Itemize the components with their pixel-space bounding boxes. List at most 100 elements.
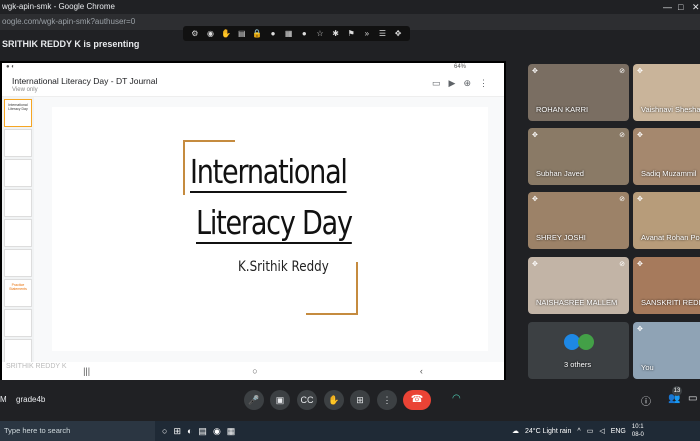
info-icon[interactable]: ⓘ [641,393,651,408]
eye-icon[interactable]: ◉ [205,29,215,38]
slide-thumbnail[interactable]: International Literacy Day [4,99,32,127]
extension-toolbar: ⚙ ◉ ✋ ▤ 🔒 ● ▦ ● ☆ ✱ ⚑ » ☰ ✥ [183,26,410,41]
pin-icon[interactable]: ✥ [532,195,538,203]
system-tray: ☁ 24°C Light rain ^ ▭ ◁ ENG 10:1 08-0 [512,421,644,441]
more-options-button[interactable]: ⋮ [377,390,397,410]
captions-button[interactable]: CC [297,390,317,410]
device-status-left: ● ◐ [6,64,15,70]
mic-button[interactable]: 🎤 [244,390,264,410]
maximize-icon[interactable]: □ [678,0,683,14]
task-view-icon[interactable]: ○ [162,426,167,436]
grid-icon[interactable]: ▦ [284,29,294,38]
hand-icon[interactable]: ✋ [221,29,231,38]
pin-icon[interactable]: ✥ [532,260,538,268]
thumbnail-text [5,190,31,193]
clipboard-icon[interactable]: ▤ [237,29,247,38]
participant-tile[interactable]: ✥⊘Avanat Rohan Poo [633,192,700,249]
explorer-icon[interactable]: ▦ [227,426,236,437]
slide-thumbnail[interactable] [4,339,32,362]
weather-icon: ☁ [512,428,519,435]
volume-icon[interactable]: ◁ [599,427,604,435]
clock[interactable]: 10:1 08-0 [632,423,644,439]
window-title: wgk-apin-smk - Google Chrome [0,0,700,14]
settings-icon[interactable]: ⚙ [190,29,200,38]
chat-button-icon[interactable]: ▭ [688,393,697,404]
participant-tile[interactable]: ✥⊘You [633,322,700,379]
minimize-icon[interactable]: — [663,0,672,14]
participant-name: You [641,363,654,372]
participant-tile[interactable]: ✥ ⊘ NAISHASREE MALLEM [528,257,629,314]
lock-icon[interactable]: 🔒 [252,29,262,38]
home-icon[interactable]: ○ [252,366,257,376]
participant-tile[interactable]: ✥⊘SANSKRITI REDDY [633,257,700,314]
activity-icon[interactable]: ◠ [452,393,461,404]
thumbnail-text [5,250,31,253]
camera-button[interactable]: ▣ [270,390,290,410]
slide-thumbnail[interactable] [4,249,32,277]
participant-name: Sadiq Muzammil [641,169,697,178]
view-only-label: View only [12,87,38,93]
slide-thumbnail[interactable] [4,309,32,337]
slide-thumbnail[interactable] [4,129,32,157]
meeting-code: grade4b [16,395,46,404]
slide-thumbnails: International Literacy Day Practice State… [2,97,34,362]
flag-icon[interactable]: ⚑ [346,29,356,38]
chrome-icon[interactable]: ◉ [213,426,221,437]
forward-icon[interactable]: » [362,29,372,38]
pin-icon[interactable]: ✥ [532,131,538,139]
language-indicator[interactable]: ENG [611,428,626,435]
android-nav-bar: ||| ○ ‹ [2,362,504,380]
play-icon[interactable]: ▶ [449,78,456,89]
taskbar-search[interactable]: Type here to search [0,421,155,441]
thumbnail-text [5,310,31,313]
participant-name: Subhan Javed [536,169,584,178]
participant-name: ROHAN KARRI [536,105,589,114]
move-icon[interactable]: ✥ [393,29,403,38]
pin-icon[interactable]: ✥ [637,131,643,139]
gear-icon[interactable]: ✱ [331,29,341,38]
add-person-icon[interactable]: ⊕ [463,78,471,89]
people-count-badge: 13 [672,386,682,396]
pin-icon[interactable]: ✥ [532,67,538,75]
thumbnail-text [5,340,31,343]
presenting-banner: SRITHIK REDDY K is presenting [2,39,140,49]
weather-text[interactable]: 24°C Light rain [525,428,571,435]
star-icon[interactable]: ☆ [315,29,325,38]
end-call-button[interactable]: ☎ [403,390,431,410]
clock-time: 10:1 [631,424,644,430]
battery-level: 64% [454,64,467,70]
raise-hand-button[interactable]: ✋ [324,390,344,410]
participant-tile[interactable]: ✥ ⊘ ROHAN KARRI [528,64,629,121]
chat-icon[interactable]: ● [299,29,309,38]
participant-tile[interactable]: ✥⊘Vaishnavi Sheshad [633,64,700,121]
pin-icon[interactable]: ✥ [637,195,643,203]
cast-icon[interactable]: ▭ [432,78,441,89]
participant-tile[interactable]: ✥⊘Sadiq Muzammil [633,128,700,185]
widgets-icon[interactable]: ⊞ [173,426,181,437]
doc-title: International Literacy Day - DT Journal [12,76,158,86]
edge-icon[interactable]: ◐ [187,426,192,436]
more-icon[interactable]: ⋮ [479,78,488,89]
thumbnail-text [5,160,31,163]
avatar [578,334,594,350]
pin-icon[interactable]: ✥ [637,325,643,333]
close-icon[interactable]: ✕ [692,0,700,14]
present-button[interactable]: ⊞ [350,390,370,410]
recent-apps-icon[interactable]: ||| [83,366,90,376]
slide-thumbnail[interactable] [4,159,32,187]
pin-icon[interactable]: ✥ [637,260,643,268]
pin-icon[interactable]: ✥ [637,67,643,75]
slide-thumbnail[interactable] [4,189,32,217]
slide-thumbnail[interactable] [4,219,32,247]
others-tile[interactable]: 3 others [528,322,629,379]
participant-tile[interactable]: ✥ ⊘ Subhan Javed [528,128,629,185]
slide-thumbnail[interactable]: Practice Statements [4,279,32,307]
network-icon[interactable]: ▭ [587,427,594,435]
participant-tile[interactable]: ✥ ⊘ SHREY JOSHI [528,192,629,249]
circle-icon[interactable]: ● [268,29,278,38]
store-icon[interactable]: ▤ [198,426,207,437]
list-icon[interactable]: ☰ [378,29,388,38]
back-icon[interactable]: ‹ [420,366,423,376]
chevron-up-icon[interactable]: ^ [577,428,580,435]
presenter-tag: SRITHIK REDDY K [6,363,67,370]
